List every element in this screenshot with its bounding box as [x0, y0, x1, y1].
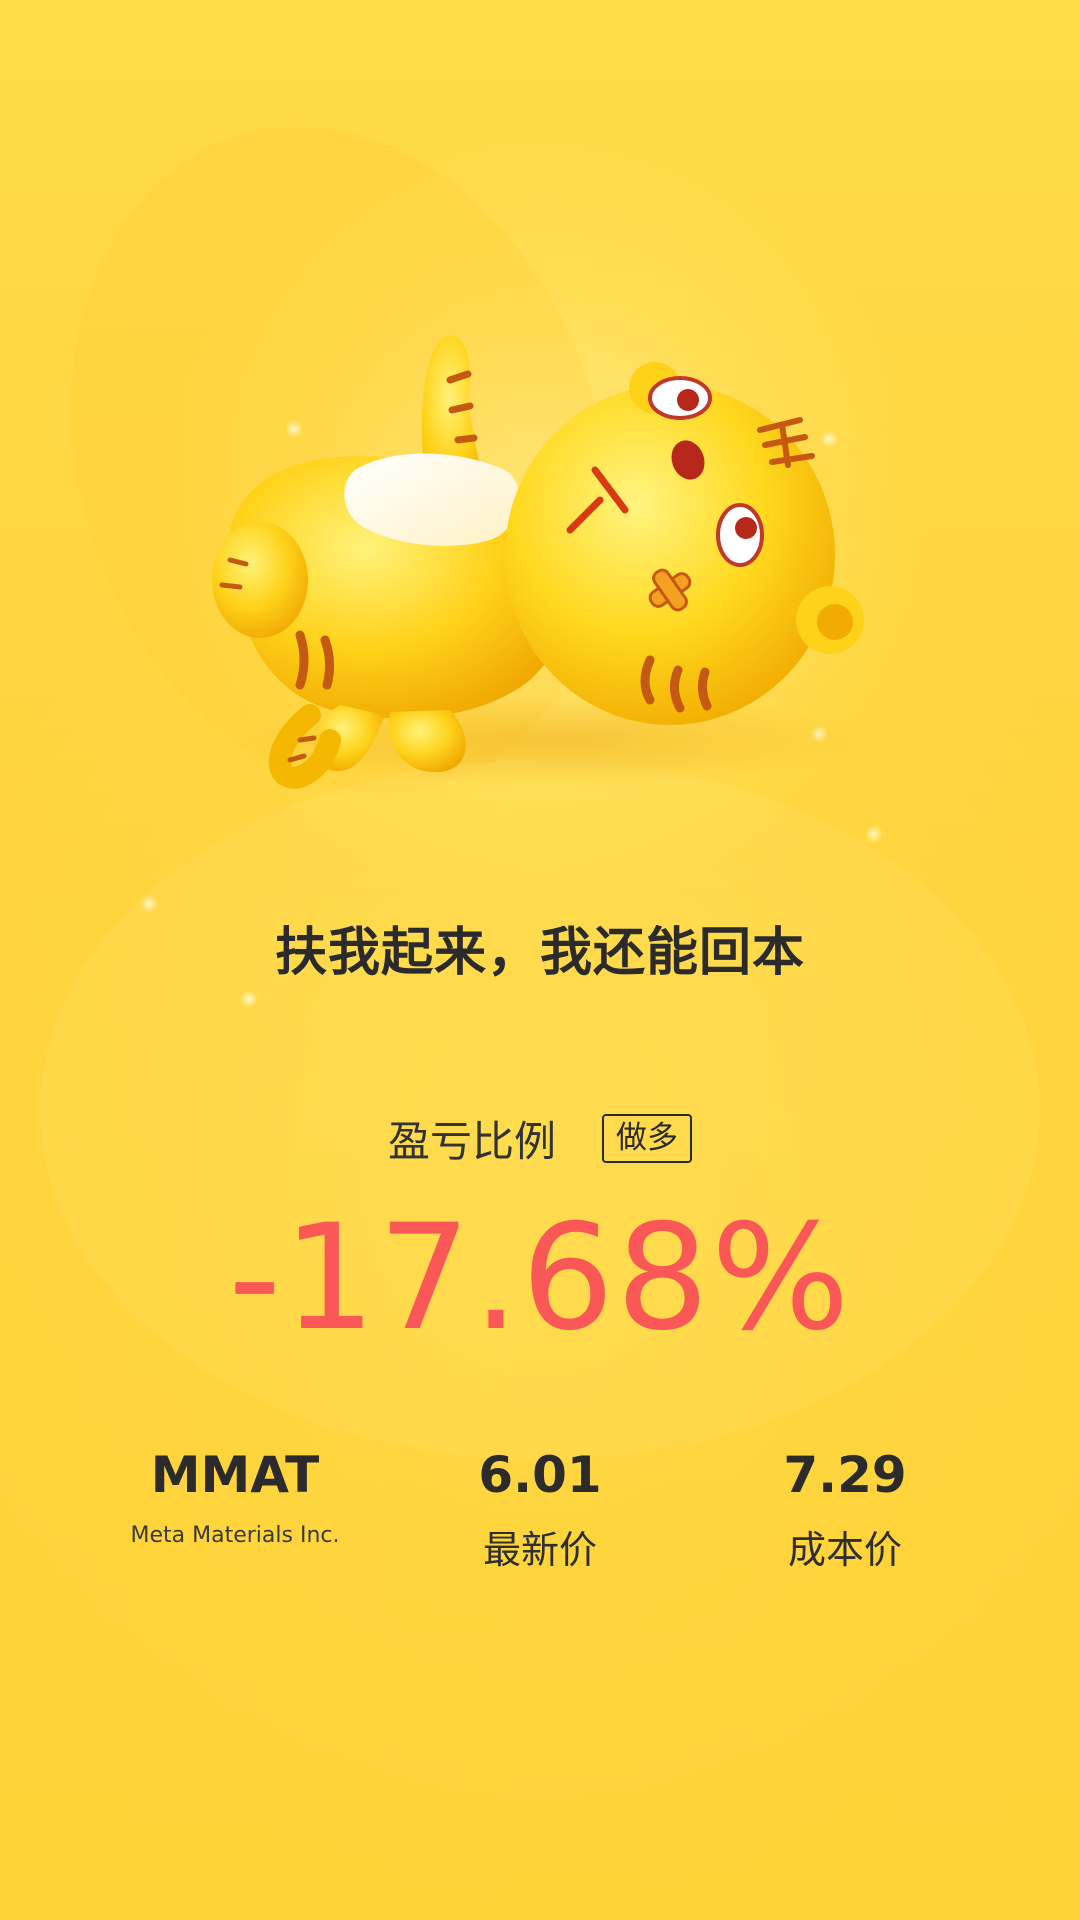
latest-price-value: 6.01	[478, 1446, 602, 1504]
sparkle-icon	[240, 990, 258, 1008]
slogan-title: 扶我起来，我还能回本	[274, 923, 805, 983]
latest-price-label: 最新价	[482, 1528, 597, 1572]
pnl-share-card: 扶我起来，我还能回本 盈亏比例 做多 -17.68% MMAT Meta Mat…	[0, 0, 1080, 1920]
fallen-tiger-mascot-icon	[212, 335, 870, 789]
sparkle-icon	[865, 825, 883, 843]
cost-price-info: 7.29 成本价	[695, 1448, 995, 1574]
latest-price-info: 6.01 最新价	[390, 1448, 690, 1574]
stock-name: Meta Materials Inc.	[130, 1523, 340, 1548]
cost-price-label: 成本价	[787, 1528, 902, 1572]
position-direction-badge: 做多	[602, 1113, 692, 1164]
pnl-percent-value: -17.68%	[228, 1193, 852, 1363]
cost-price-value: 7.29	[783, 1446, 907, 1504]
pnl-ratio-label: 盈亏比例	[387, 1117, 556, 1166]
stock-symbol: MMAT	[150, 1446, 320, 1504]
stock-info: MMAT Meta Materials Inc.	[85, 1446, 385, 1549]
pnl-ratio-header: 盈亏比例 做多	[0, 1108, 1080, 1169]
